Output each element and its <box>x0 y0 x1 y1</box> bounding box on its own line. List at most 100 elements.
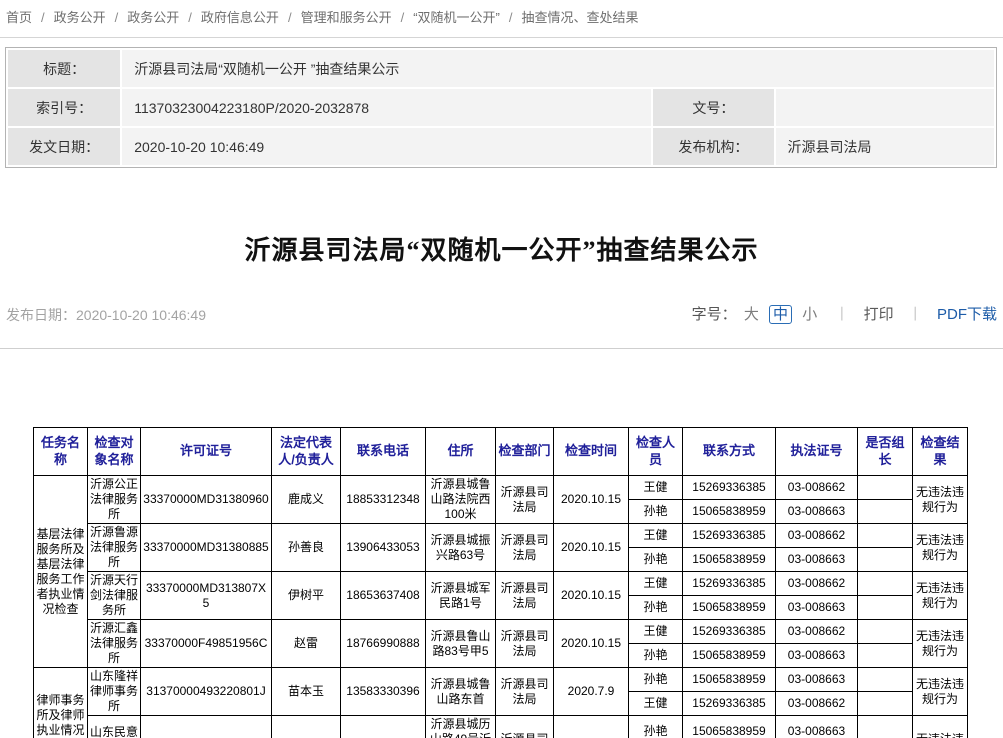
cell-address: 沂源县城军民路1号 <box>426 572 496 620</box>
cell-is-leader <box>858 596 913 620</box>
cell-is-leader <box>858 548 913 572</box>
cell-inspector-name: 孙艳 <box>629 500 683 524</box>
meta-doc-no-label: 文号： <box>653 89 773 126</box>
cell-object-name: 沂源汇鑫法律服务所 <box>88 620 141 668</box>
cell-is-leader <box>858 476 913 500</box>
meta-row-date: 发文日期： 2020-10-20 10:46:49 发布机构： 沂源县司法局 <box>8 128 994 165</box>
cell-is-leader <box>858 524 913 548</box>
table-row: 沂源鲁源法律服务所33370000MD31380885孙善良1390643305… <box>34 524 968 548</box>
cell-inspector-contact: 15065838959 <box>683 500 776 524</box>
cell-legal-rep: 苗本玉 <box>272 668 341 716</box>
column-header: 是否组长 <box>858 428 913 476</box>
cell-cert-no: 03-008663 <box>776 500 858 524</box>
cell-is-leader <box>858 692 913 716</box>
article-toolbar: 发布日期：2020-10-20 10:46:49 字号： 大 中 小 丨 打印 … <box>6 301 997 327</box>
cell-is-leader <box>858 668 913 692</box>
cell-cert-no: 03-008663 <box>776 548 858 572</box>
meta-index-value: 11370323004223180P/2020-2032878 <box>122 89 651 126</box>
cell-result: 无违法违规行为 <box>913 524 968 572</box>
font-size-medium-button[interactable]: 中 <box>769 305 792 324</box>
inspection-table: 任务名称检查对象名称许可证号法定代表人/负责人联系电话住所检查部门检查时间检查人… <box>33 427 968 738</box>
cell-inspector-contact: 15065838959 <box>683 548 776 572</box>
column-header: 检查部门 <box>496 428 554 476</box>
cell-legal-rep: 赵雷 <box>272 620 341 668</box>
breadcrumb-separator: / <box>401 10 405 25</box>
cell-inspector-contact: 15269336385 <box>683 476 776 500</box>
cell-license-no: 33370000MD31380885 <box>141 524 272 572</box>
cell-address: 沂源县城振兴路63号 <box>426 524 496 572</box>
cell-object-name: 沂源鲁源法律服务所 <box>88 524 141 572</box>
meta-title-value: 沂源县司法局“双随机一公开 ”抽查结果公示 <box>122 50 994 87</box>
cell-is-leader <box>858 572 913 596</box>
cell-department: 沂源县司法局 <box>496 476 554 524</box>
meta-row-title: 标题： 沂源县司法局“双随机一公开 ”抽查结果公示 <box>8 50 994 87</box>
cell-license-no: 33370000MD31380960 <box>141 476 272 524</box>
breadcrumb-item[interactable]: 政务公开 <box>127 10 179 25</box>
table-row: 沂源天行剑法律服务所33370000MD313807X5伊树平186536374… <box>34 572 968 596</box>
cell-object-name: 沂源天行剑法律服务所 <box>88 572 141 620</box>
breadcrumb-separator: / <box>115 10 119 25</box>
cell-cert-no: 03-008662 <box>776 476 858 500</box>
meta-doc-no-value <box>776 89 994 126</box>
cell-inspector-name: 王健 <box>629 476 683 500</box>
page-title: 沂源县司法局“双随机一公开”抽查结果公示 <box>0 230 1003 267</box>
cell-inspector-name: 孙艳 <box>629 716 683 738</box>
column-header: 许可证号 <box>141 428 272 476</box>
column-header: 任务名称 <box>34 428 88 476</box>
metadata-table: 标题： 沂源县司法局“双随机一公开 ”抽查结果公示 索引号： 113703230… <box>5 47 997 168</box>
cell-phone: 13906433053 <box>341 524 426 572</box>
cell-date: 2020.10.15 <box>554 572 629 620</box>
inspection-table-body: 基层法律服务所及基层法律服务工作者执业情况检查沂源公正法律服务所33370000… <box>34 476 968 738</box>
cell-address: 沂源县城鲁山路东首 <box>426 668 496 716</box>
breadcrumb-item[interactable]: “双随机一公开” <box>413 10 500 25</box>
column-header: 检查对象名称 <box>88 428 141 476</box>
column-header: 检查结果 <box>913 428 968 476</box>
breadcrumb-item[interactable]: 首页 <box>6 10 32 25</box>
breadcrumb: 首页/政务公开/政务公开/政府信息公开/管理和服务公开/“双随机一公开”/抽查情… <box>0 0 1003 38</box>
cell-department: 沂源县司法局 <box>496 524 554 572</box>
breadcrumb-item[interactable]: 政务公开 <box>54 10 106 25</box>
publish-date-value: 2020-10-20 10:46:49 <box>76 307 206 323</box>
cell-inspector-contact: 15269336385 <box>683 572 776 596</box>
table-row: 山东民意律师事务所31370000493219923R宋志民1357335044… <box>34 716 968 738</box>
cell-task-name: 基层法律服务所及基层法律服务工作者执业情况检查 <box>34 476 88 668</box>
cell-phone: 18653637408 <box>341 572 426 620</box>
toolbar-divider: 丨 <box>908 306 923 323</box>
column-header: 联系电话 <box>341 428 426 476</box>
cell-inspector-contact: 15065838959 <box>683 668 776 692</box>
cell-cert-no: 03-008662 <box>776 692 858 716</box>
table-row: 沂源汇鑫法律服务所33370000F49851956C赵雷18766990888… <box>34 620 968 644</box>
publish-date: 发布日期：2020-10-20 10:46:49 <box>6 305 206 325</box>
print-button[interactable]: 打印 <box>864 306 894 323</box>
cell-date: 2020.7.9 <box>554 668 629 716</box>
meta-index-label: 索引号： <box>8 89 120 126</box>
publish-date-label: 发布日期： <box>6 307 76 323</box>
cell-inspector-contact: 15065838959 <box>683 644 776 668</box>
cell-legal-rep: 宋志民 <box>272 716 341 738</box>
cell-is-leader <box>858 500 913 524</box>
pdf-download-button[interactable]: PDF下载 <box>937 306 997 323</box>
cell-address: 沂源县鲁山路83号甲5 <box>426 620 496 668</box>
font-size-large-button[interactable]: 大 <box>744 306 759 323</box>
breadcrumb-item[interactable]: 管理和服务公开 <box>301 10 392 25</box>
cell-is-leader <box>858 620 913 644</box>
cell-inspector-name: 孙艳 <box>629 668 683 692</box>
cell-is-leader <box>858 644 913 668</box>
table-row: 基层法律服务所及基层法律服务工作者执业情况检查沂源公正法律服务所33370000… <box>34 476 968 500</box>
cell-inspector-name: 王健 <box>629 572 683 596</box>
cell-object-name: 沂源公正法律服务所 <box>88 476 141 524</box>
meta-issue-date-label: 发文日期： <box>8 128 120 165</box>
cell-license-no: 33370000MD313807X5 <box>141 572 272 620</box>
cell-cert-no: 03-008663 <box>776 644 858 668</box>
breadcrumb-separator: / <box>188 10 192 25</box>
cell-cert-no: 03-008663 <box>776 716 858 738</box>
cell-license-no: 33370000F49851956C <box>141 620 272 668</box>
font-size-small-button[interactable]: 小 <box>802 306 817 323</box>
cell-inspector-contact: 15065838959 <box>683 596 776 620</box>
column-header: 执法证号 <box>776 428 858 476</box>
cell-date: 2020.10.15 <box>554 476 629 524</box>
cell-phone: 13583330396 <box>341 668 426 716</box>
cell-inspector-name: 孙艳 <box>629 548 683 572</box>
cell-license-no: 31370000493219923R <box>141 716 272 738</box>
breadcrumb-item[interactable]: 政府信息公开 <box>201 10 279 25</box>
